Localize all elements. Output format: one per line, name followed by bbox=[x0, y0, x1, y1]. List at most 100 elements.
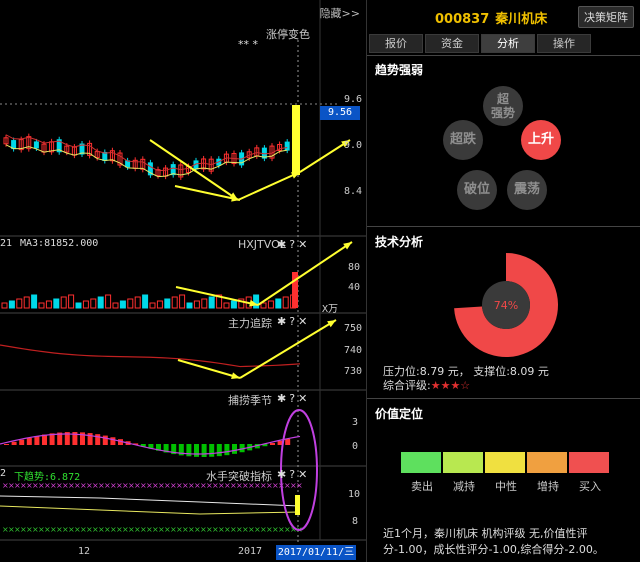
help-icon[interactable]: ? bbox=[289, 238, 295, 251]
volume-bar bbox=[260, 302, 267, 309]
gear-icon[interactable]: ✱ bbox=[277, 315, 286, 328]
decision-matrix-button[interactable]: 决策矩阵 bbox=[578, 6, 634, 28]
gear-icon[interactable]: ✱ bbox=[277, 238, 286, 251]
x-label-2017: 2017 bbox=[238, 546, 263, 557]
stock-title: 000837 秦川机床 bbox=[435, 8, 547, 27]
price-label-high: 9.6 bbox=[344, 94, 363, 105]
volume-bar bbox=[201, 298, 208, 309]
analysis-panel: 000837 秦川机床 决策矩阵 报价 资金 分析 操作 趋势强弱 超 强势 超跌… bbox=[366, 0, 640, 562]
volume-bar bbox=[223, 302, 230, 309]
tab-funds[interactable]: 资金 bbox=[425, 34, 479, 53]
value-cell-add bbox=[527, 452, 567, 473]
value-cell-neutral bbox=[485, 452, 525, 473]
arrow-up-3-head bbox=[343, 242, 352, 250]
value-summary-text: 近1个月，秦川机床 机构评级 无,价值性评分-1.00，成长性评分-1.00,综… bbox=[383, 527, 604, 556]
tab-quote[interactable]: 报价 bbox=[369, 34, 423, 53]
tab-operation[interactable]: 操作 bbox=[537, 34, 591, 53]
divider bbox=[367, 226, 640, 227]
breakout-line-white bbox=[0, 495, 301, 507]
volume-bar bbox=[31, 294, 38, 309]
season-bar bbox=[285, 438, 291, 445]
close-icon[interactable]: ✕ bbox=[298, 392, 307, 405]
season-bar bbox=[209, 444, 215, 457]
value-section-title: 价值定位 bbox=[375, 407, 424, 421]
volume-bar bbox=[23, 296, 30, 309]
season-bar bbox=[270, 443, 275, 445]
volume-bar bbox=[179, 294, 186, 309]
arrow-down-2 bbox=[174, 185, 241, 201]
breakout-panel-tools: ✱? ✕ bbox=[274, 468, 307, 481]
signal-marks: ** * bbox=[238, 38, 258, 51]
volume-bar bbox=[134, 296, 141, 309]
vol-panel-tools: ✱? ✕ bbox=[274, 238, 307, 251]
candle-body bbox=[125, 160, 131, 168]
close-icon[interactable]: ✕ bbox=[298, 468, 307, 481]
help-icon[interactable]: ? bbox=[289, 468, 295, 481]
volume-bar bbox=[253, 294, 260, 309]
vol-ma-label: MA3:81852.000 bbox=[20, 238, 99, 249]
breakout-left-label: 2 bbox=[0, 468, 7, 479]
close-icon[interactable]: ✕ bbox=[298, 238, 307, 251]
volume-bar bbox=[38, 302, 45, 309]
trend-super-strong: 超 强势 bbox=[483, 86, 523, 126]
season-bar bbox=[34, 436, 40, 445]
season-bar bbox=[201, 444, 207, 457]
gear-icon[interactable]: ✱ bbox=[277, 392, 286, 405]
divider bbox=[367, 398, 640, 399]
main-axis-750: 750 bbox=[344, 323, 363, 334]
volume-bar bbox=[90, 298, 97, 309]
volume-bar-last bbox=[292, 272, 298, 308]
value-cell-sell bbox=[401, 452, 441, 473]
close-icon[interactable]: ✕ bbox=[298, 315, 307, 328]
season-panel-title: 捕捞季节 bbox=[228, 394, 272, 407]
volume-bar bbox=[45, 300, 52, 309]
value-cell-buy bbox=[569, 452, 609, 473]
season-bar bbox=[232, 444, 237, 454]
vol-unit-label: X万 bbox=[322, 304, 339, 315]
main-force-line bbox=[0, 344, 301, 368]
help-icon[interactable]: ? bbox=[289, 392, 295, 405]
volume-bar bbox=[16, 298, 23, 309]
volume-bar bbox=[105, 294, 112, 309]
value-scale-labels: 卖出 减持 中性 增持 买入 bbox=[401, 478, 611, 494]
stock-code: 000837 bbox=[435, 12, 490, 27]
season-bar bbox=[19, 439, 25, 445]
season-bar bbox=[4, 444, 9, 445]
volume-bar bbox=[149, 302, 156, 309]
volume-bar bbox=[275, 298, 282, 309]
volume-bar bbox=[230, 300, 237, 309]
breakout-axis-10: 10 bbox=[348, 489, 361, 500]
arrow-up-3 bbox=[257, 241, 353, 306]
gear-icon[interactable]: ✱ bbox=[277, 468, 286, 481]
tech-gauge: 74% bbox=[454, 253, 558, 357]
chart-area[interactable]: × × × × × × × × × × × × × × × × × × × × × × × × × × × × × × × × × × × × × × × ×… bbox=[0, 0, 366, 562]
breakout-line-yellow bbox=[0, 505, 301, 515]
breakout-panel-title: 水手突破指标 bbox=[206, 470, 272, 483]
volume-bar bbox=[112, 302, 119, 309]
volume-bar bbox=[75, 302, 82, 309]
candle-body bbox=[102, 151, 108, 161]
value-label-add: 增持 bbox=[537, 480, 559, 493]
tab-analysis[interactable]: 分析 bbox=[481, 34, 535, 53]
price-label-low: 8.4 bbox=[344, 186, 363, 197]
hide-toggle-button[interactable]: 隐藏>> bbox=[320, 5, 360, 21]
trend-shock: 震荡 bbox=[507, 170, 547, 210]
tech-gauge-percent: 74% bbox=[494, 299, 518, 312]
current-price-box: 9.56 bbox=[320, 106, 360, 120]
season-bar bbox=[224, 444, 230, 456]
volume-bar bbox=[119, 300, 126, 309]
ma-line-yellow bbox=[5, 144, 288, 178]
season-bar bbox=[26, 437, 32, 445]
value-label-sell: 卖出 bbox=[411, 480, 433, 493]
volume-bar bbox=[193, 300, 200, 309]
help-icon[interactable]: ? bbox=[289, 315, 295, 328]
divider bbox=[367, 55, 640, 56]
volume-bar bbox=[208, 296, 215, 309]
breakout-bar bbox=[295, 495, 300, 515]
rating-label: 综合评级: bbox=[383, 379, 431, 392]
breakout-axis-8: 8 bbox=[352, 516, 359, 527]
season-axis-0: 0 bbox=[352, 441, 359, 452]
season-bar bbox=[95, 434, 101, 445]
value-label-neutral: 中性 bbox=[495, 480, 517, 493]
value-cell-reduce bbox=[443, 452, 483, 473]
